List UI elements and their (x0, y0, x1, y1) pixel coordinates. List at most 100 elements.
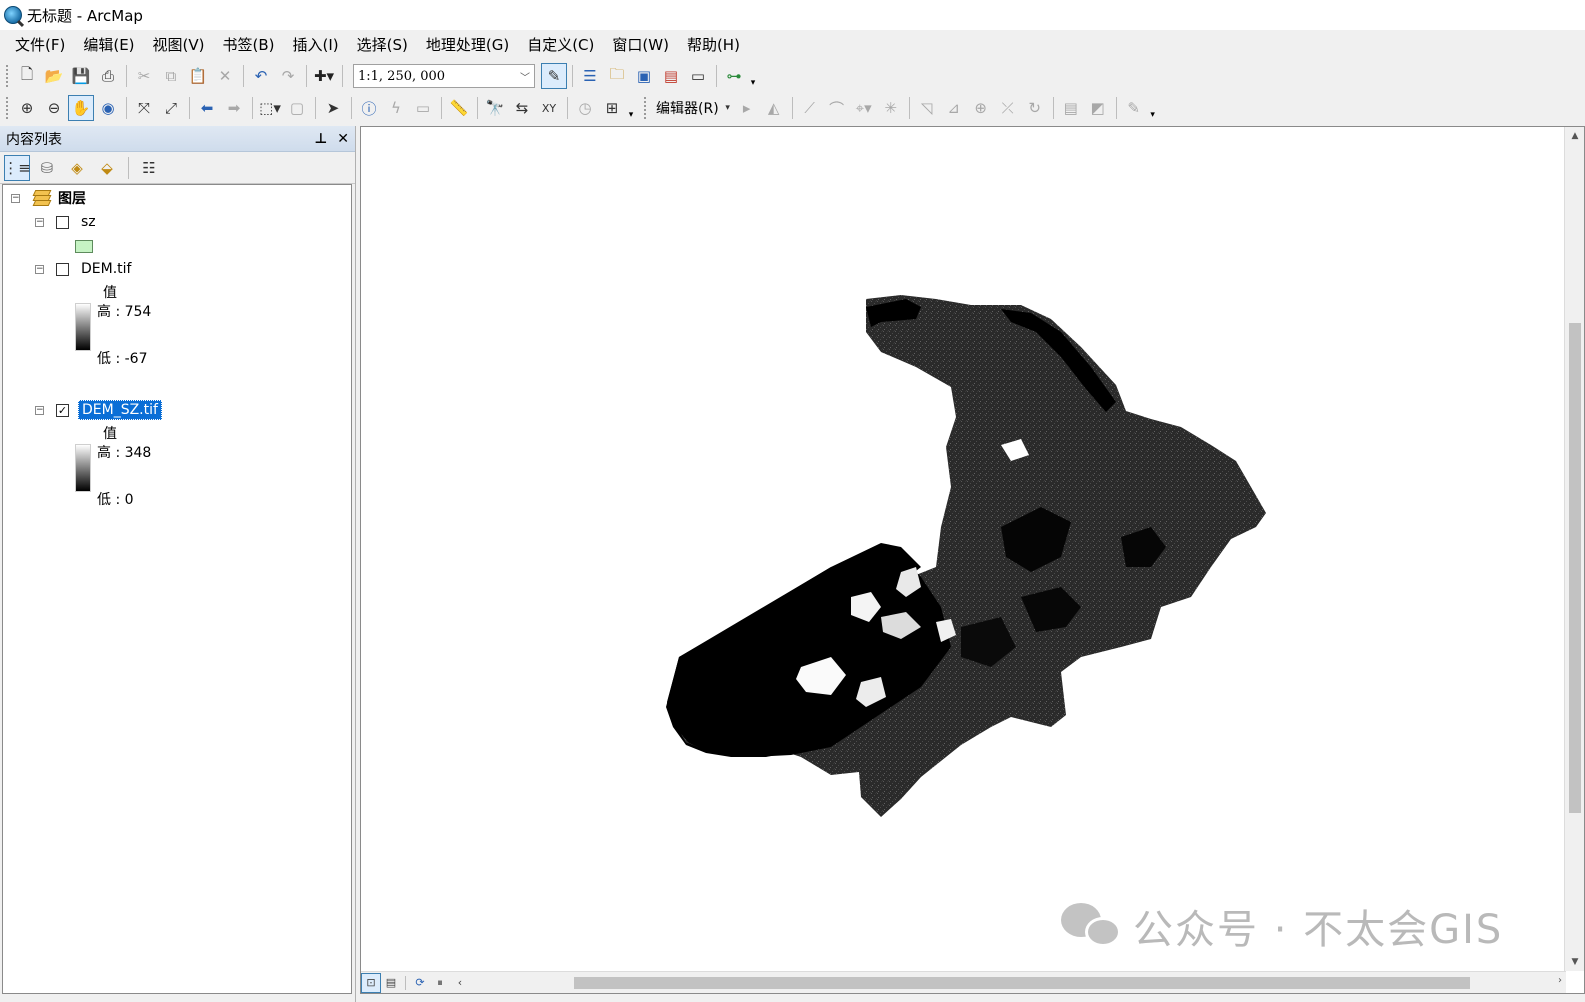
layer-visibility-checkbox[interactable]: ✓ (56, 403, 69, 417)
html-popup-icon[interactable]: ▭ (410, 95, 436, 121)
editor-toolbar-icon[interactable]: ✎ (541, 63, 567, 89)
list-by-source-icon[interactable]: ⛁ (34, 155, 60, 181)
menu-windows[interactable]: 窗口(W) (603, 32, 678, 58)
reshape-feature-icon[interactable]: ⊿ (941, 95, 967, 121)
toolbar-overflow-icon[interactable]: ▾ (626, 96, 636, 120)
trace-icon[interactable]: ⌖▾ (851, 95, 877, 121)
zoom-out-icon[interactable]: ⊖ (41, 95, 67, 121)
magnifier-window-icon[interactable]: ⊞ (599, 95, 625, 121)
grayscale-color-ramp[interactable] (75, 303, 91, 351)
layers-group-row[interactable]: − 图层 (11, 187, 86, 209)
grayscale-color-ramp[interactable] (75, 444, 91, 492)
zoom-in-icon[interactable]: ⊕ (14, 95, 40, 121)
toolbar-grip[interactable] (644, 97, 648, 119)
find-route-icon[interactable]: ⇆ (509, 95, 535, 121)
menu-geoprocessing[interactable]: 地理处理(G) (417, 32, 518, 58)
forward-extent-icon[interactable]: ➡ (221, 95, 247, 121)
delete-icon[interactable]: ✕ (212, 63, 238, 89)
options-icon[interactable]: ☷ (136, 155, 162, 181)
vertical-scrollbar[interactable]: ▲ ▼ (1564, 127, 1584, 971)
layer-row-dem[interactable]: − DEM.tif (35, 258, 134, 280)
toolbar-grip[interactable] (6, 97, 10, 119)
menu-help[interactable]: 帮助(H) (678, 32, 749, 58)
menu-customize[interactable]: 自定义(C) (518, 32, 603, 58)
new-document-icon[interactable]: 🗋 (14, 63, 40, 89)
redo-icon[interactable]: ↷ (275, 63, 301, 89)
save-icon[interactable]: 💾 (68, 63, 94, 89)
list-by-visibility-icon[interactable]: ◈ (64, 155, 90, 181)
layer-visibility-checkbox[interactable] (56, 262, 69, 276)
map-scale-dropdown[interactable]: 1:1, 250, 000 ﹀ (353, 64, 535, 88)
horizontal-scrollbar[interactable]: › (474, 973, 1566, 993)
menu-bookmarks[interactable]: 书签(B) (214, 32, 284, 58)
undo-icon[interactable]: ↶ (248, 63, 274, 89)
toolbar-grip[interactable] (6, 65, 10, 87)
edit-tool-icon[interactable]: ▸ (734, 95, 760, 121)
menu-edit[interactable]: 编辑(E) (74, 32, 143, 58)
arctoolbox-icon[interactable]: ▤ (658, 63, 684, 89)
map-display[interactable]: 公众号 · 不太会GIS ▲ ▼ ⊡ ▤ ⟳ ⏸ ‹ › (360, 126, 1585, 994)
layer-name[interactable]: sz (78, 213, 99, 231)
list-by-drawing-order-icon[interactable]: ⋮≡ (3, 154, 31, 181)
layer-name[interactable]: DEM_SZ.tif (78, 400, 162, 420)
catalog-window-icon[interactable]: 🗀 (604, 63, 630, 89)
cut-polygons-icon[interactable]: ⊕ (968, 95, 994, 121)
list-by-selection-icon[interactable]: ⬙ (94, 155, 120, 181)
collapse-icon[interactable]: − (35, 405, 44, 415)
attributes-icon[interactable]: ▤ (1058, 95, 1084, 121)
split-tool-icon[interactable]: ⤫ (995, 95, 1021, 121)
sketch-properties-icon[interactable]: ◩ (1085, 95, 1111, 121)
copy-icon[interactable]: ⧉ (158, 63, 184, 89)
refresh-icon[interactable]: ⟳ (410, 973, 430, 993)
menu-selection[interactable]: 选择(S) (348, 32, 417, 58)
menu-file[interactable]: 文件(F) (6, 32, 74, 58)
menu-insert[interactable]: 插入(I) (284, 32, 348, 58)
identify-icon[interactable]: ⓘ (356, 95, 382, 121)
collapse-icon[interactable]: − (35, 217, 44, 227)
collapse-icon[interactable]: − (11, 193, 20, 203)
toolbar-overflow-icon[interactable]: ▾ (748, 64, 758, 88)
fixed-zoom-out-icon[interactable]: ⤢ (158, 95, 184, 121)
chevron-down-icon[interactable]: ▾ (723, 95, 733, 121)
layout-view-icon[interactable]: ▤ (381, 973, 401, 993)
full-extent-globe-icon[interactable]: ◉ (95, 95, 121, 121)
select-elements-arrow-icon[interactable]: ➤ (320, 95, 346, 121)
back-extent-icon[interactable]: ⬅ (194, 95, 220, 121)
layer-row-dem-sz[interactable]: − ✓ DEM_SZ.tif (35, 399, 162, 421)
layer-visibility-checkbox[interactable] (56, 215, 69, 229)
horizontal-scroll-thumb[interactable] (574, 976, 1470, 989)
time-slider-icon[interactable]: ◷ (572, 95, 598, 121)
add-data-icon[interactable]: ✚▾ (311, 63, 337, 89)
layer-name[interactable]: DEM.tif (78, 260, 134, 278)
pin-icon[interactable]: ⊥ (314, 131, 327, 147)
vertical-scroll-thumb[interactable] (1569, 323, 1581, 813)
toolbar-overflow-icon[interactable]: ▾ (1148, 96, 1158, 120)
edit-annotation-icon[interactable]: ◭ (761, 95, 787, 121)
print-icon[interactable]: ⎙ (95, 63, 121, 89)
scroll-up-icon[interactable]: ▲ (1565, 131, 1585, 141)
paste-icon[interactable]: 📋 (185, 63, 211, 89)
end-point-arc-icon[interactable]: ⌒ (824, 95, 850, 121)
select-features-icon[interactable]: ⬚▾ (257, 95, 283, 121)
scroll-right-icon[interactable]: › (1558, 975, 1562, 986)
close-icon[interactable]: ✕ (337, 131, 349, 147)
table-of-contents-icon[interactable]: ☰ (577, 63, 603, 89)
dem-raster-map[interactable] (361, 127, 1546, 971)
pan-hand-icon[interactable]: ✋ (68, 95, 94, 121)
modelbuilder-icon[interactable]: ⊶ (721, 63, 747, 89)
search-window-icon[interactable]: ▣ (631, 63, 657, 89)
create-features-icon[interactable]: ✎ (1121, 95, 1147, 121)
hyperlink-icon[interactable]: ϟ (383, 95, 409, 121)
fixed-zoom-in-icon[interactable]: ⤧ (131, 95, 157, 121)
find-binoculars-icon[interactable]: 🔭 (482, 95, 508, 121)
edit-vertices-icon[interactable]: ◹ (914, 95, 940, 121)
pause-drawing-icon[interactable]: ⏸ (430, 973, 450, 993)
scroll-down-icon[interactable]: ▼ (1565, 957, 1585, 967)
straight-segment-icon[interactable]: ⟋ (797, 95, 823, 121)
point-icon[interactable]: ✳ (878, 95, 904, 121)
go-to-xy-icon[interactable]: XY (536, 95, 562, 121)
editor-menu-button[interactable]: 编辑器(R) (652, 98, 723, 118)
scroll-left-icon[interactable]: ‹ (450, 973, 470, 993)
layer-row-sz[interactable]: − sz (35, 211, 99, 233)
collapse-icon[interactable]: − (35, 264, 44, 274)
